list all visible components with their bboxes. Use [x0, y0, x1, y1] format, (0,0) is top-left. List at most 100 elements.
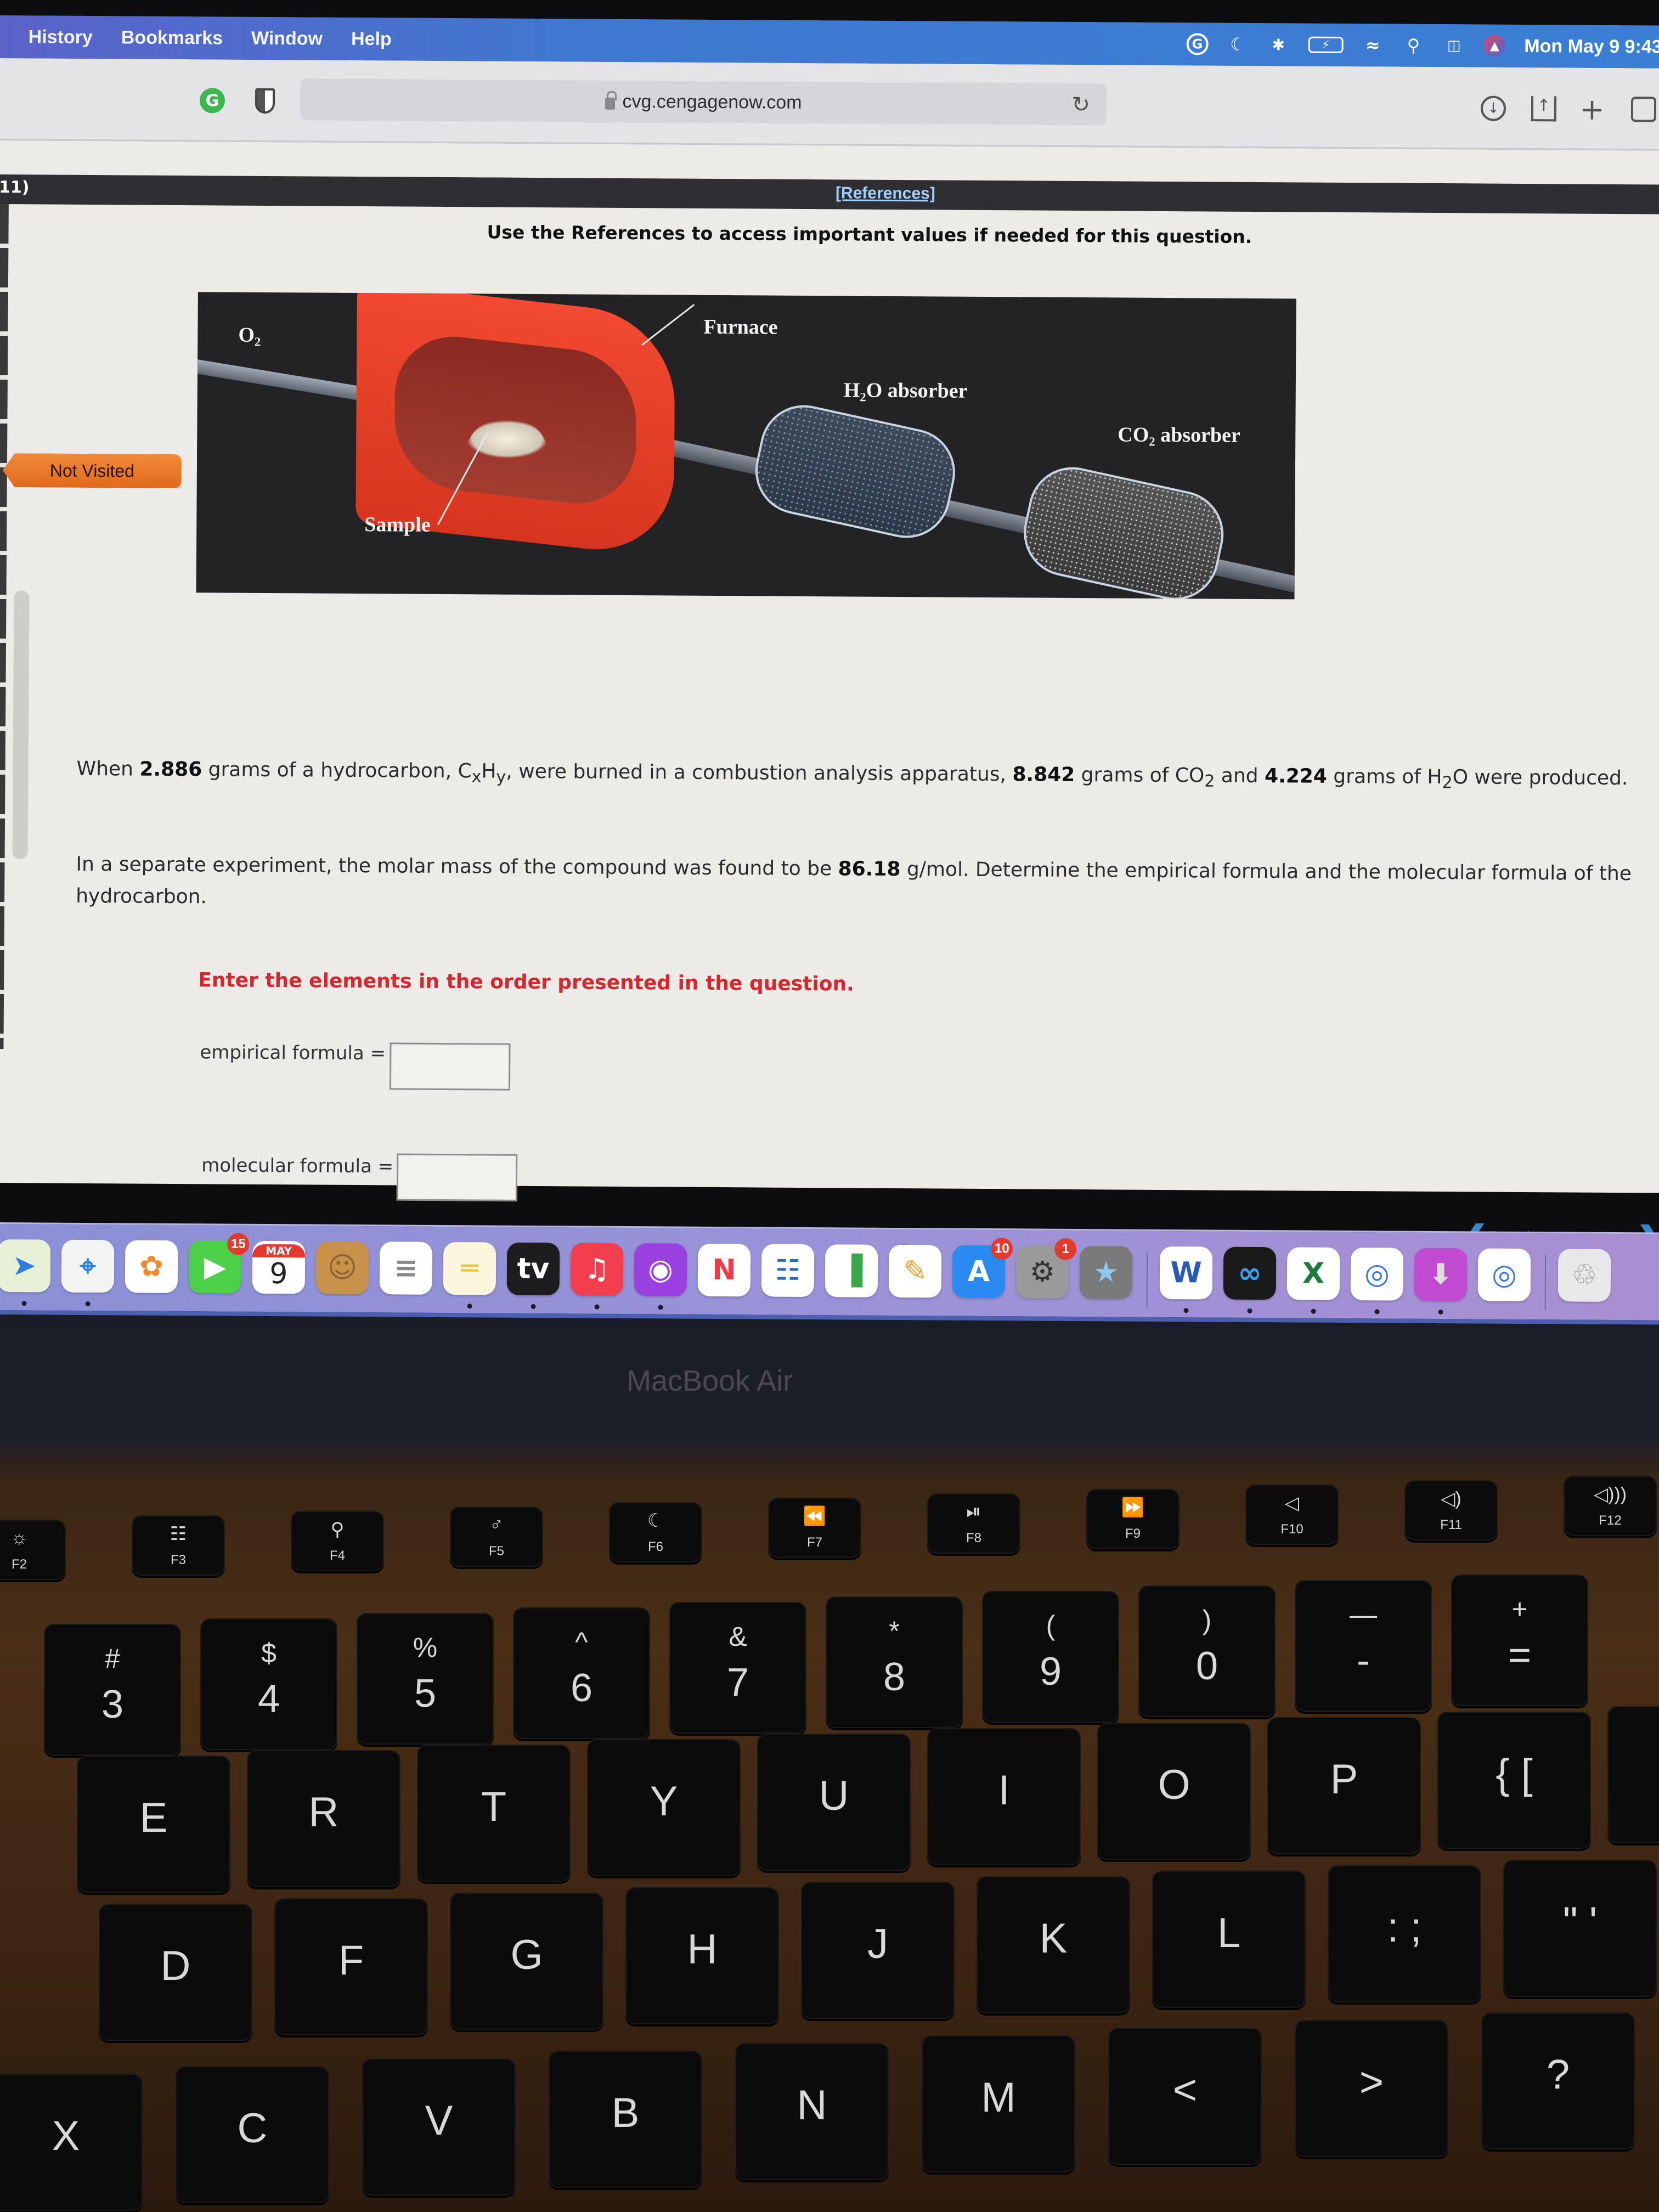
dock-finder-star-app-icon[interactable]: ★	[1079, 1246, 1133, 1299]
key-8[interactable]: * 8	[826, 1596, 963, 1728]
user-avatar-icon[interactable]: ▲	[1483, 35, 1506, 57]
key-j[interactable]: J	[801, 1882, 955, 2019]
key-c[interactable]: C	[176, 2066, 329, 2203]
grammarly-extension-icon[interactable]: G	[199, 88, 225, 114]
key-t[interactable]: T	[417, 1745, 571, 1882]
do-not-disturb-moon-icon[interactable]: ☾	[1227, 33, 1249, 55]
key-4[interactable]: $4	[200, 1618, 337, 1750]
key-punct-7[interactable]: : ;	[1328, 1865, 1481, 2002]
dock-microsoft-word-icon[interactable]: W	[1159, 1246, 1213, 1300]
key-i[interactable]: I	[927, 1728, 1081, 1865]
menu-bookmarks[interactable]: Bookmarks	[121, 27, 223, 49]
url-text[interactable]: cvg.cengagenow.com	[622, 91, 802, 113]
dock-apple-tv-icon[interactable]: tv	[506, 1242, 560, 1296]
dock-maps-icon[interactable]: ➤	[0, 1239, 51, 1293]
control-center-icon[interactable]: ◫	[1443, 35, 1465, 57]
dock-google-chrome-icon[interactable]: ◎	[1350, 1248, 1404, 1301]
scrollbar-thumb[interactable]	[12, 590, 30, 860]
dock-photos-icon[interactable]: ✿	[125, 1240, 178, 1294]
key-y[interactable]: Y	[587, 1739, 741, 1876]
molecular-formula-input[interactable]	[396, 1153, 518, 1201]
dock-notes-icon[interactable]: ═	[443, 1242, 496, 1295]
privacy-shield-icon[interactable]	[255, 88, 275, 114]
download-icon[interactable]: ↓	[1480, 95, 1506, 121]
key-0[interactable]: ) 0	[1138, 1585, 1276, 1717]
dock-contacts-icon[interactable]: ☺	[315, 1241, 369, 1295]
key-e[interactable]: E	[77, 1756, 230, 1893]
key-v[interactable]: V	[362, 2058, 516, 2196]
key-f12[interactable]: ◁))) F12	[1564, 1476, 1657, 1536]
key-9[interactable]: (9	[982, 1591, 1119, 1723]
key-l[interactable]: L	[1152, 1871, 1306, 2008]
key-g[interactable]: G	[450, 1893, 603, 2030]
menu-history[interactable]: History	[29, 26, 93, 48]
address-bar[interactable]: cvg.cengagenow.com ↻	[300, 78, 1107, 126]
key-k[interactable]: K	[977, 1876, 1130, 2013]
key-n[interactable]: N	[735, 2043, 889, 2180]
dock-macos-installer-icon[interactable]: ⬇	[1414, 1248, 1468, 1301]
new-tab-plus-icon[interactable]: +	[1579, 92, 1605, 126]
references-link[interactable]: [References]	[836, 184, 935, 203]
question-nav-rail[interactable]	[0, 204, 9, 1049]
dock-reminders-icon[interactable]: ≡	[379, 1242, 433, 1295]
dock-news-icon[interactable]: N	[697, 1243, 751, 1297]
key-x[interactable]: X	[0, 2074, 143, 2211]
key-f2[interactable]: ☼ F2	[0, 1520, 66, 1580]
dock-app-store-icon[interactable]: A 10	[952, 1238, 1013, 1299]
dock-music-icon[interactable]: ♫	[570, 1243, 624, 1296]
menu-clock[interactable]: Mon May 9 9:43	[1524, 35, 1659, 58]
menu-window[interactable]: Window	[251, 27, 323, 49]
dock-pages-icon[interactable]: ✎	[888, 1244, 942, 1298]
share-icon[interactable]: ↑	[1531, 96, 1557, 122]
key-bracket-8[interactable]: { [	[1437, 1712, 1591, 1849]
spotlight-search-icon[interactable]: ⚲	[1402, 35, 1424, 57]
key-b[interactable]: B	[549, 2051, 702, 2188]
key-f9[interactable]: ⏩ F9	[1086, 1489, 1180, 1549]
dock-system-preferences-icon[interactable]: ⚙ 1	[1015, 1238, 1077, 1299]
key-u[interactable]: U	[757, 1734, 911, 1871]
key-symbol-8[interactable]: ?	[1481, 2012, 1635, 2149]
key-m[interactable]: M	[922, 2035, 1075, 2172]
key-p[interactable]: P	[1267, 1717, 1421, 1854]
dock-calendar-icon[interactable]: MAY 9	[252, 1240, 306, 1294]
wifi-icon[interactable]: ≈	[1362, 34, 1384, 56]
reload-icon[interactable]: ↻	[1071, 92, 1090, 117]
key-f3[interactable]: ☷ F3	[132, 1515, 225, 1576]
key-o[interactable]: O	[1097, 1723, 1251, 1860]
dock-trash-icon[interactable]: ♲	[1558, 1249, 1611, 1302]
key-r[interactable]: R	[247, 1750, 400, 1887]
key-f11[interactable]: ◁) F11	[1404, 1480, 1498, 1541]
dock-microsoft-excel-icon[interactable]: X	[1286, 1247, 1340, 1300]
key-symbol-6[interactable]: <	[1108, 2028, 1262, 2165]
key-f7[interactable]: ⏪ F7	[768, 1498, 861, 1558]
key-3[interactable]: #3	[44, 1624, 181, 1756]
key-7[interactable]: & 7	[669, 1602, 806, 1734]
dock-safari-icon[interactable]: ⌖	[61, 1239, 115, 1293]
key-symbol-7[interactable]: >	[1295, 2020, 1448, 2157]
key-f6[interactable]: ☾ F6	[609, 1502, 702, 1562]
key-f5[interactable]: ♂ F5	[450, 1506, 543, 1567]
key-bracket-9[interactable]: } ]	[1607, 1706, 1659, 1843]
bluetooth-icon[interactable]: ✱	[1267, 33, 1289, 55]
dock-google-chrome-beta-icon[interactable]: ◎	[1477, 1248, 1531, 1302]
grammarly-icon[interactable]: G	[1186, 33, 1209, 55]
key-f10[interactable]: ◁ F10	[1245, 1485, 1339, 1545]
key-h[interactable]: H	[625, 1887, 779, 2024]
key-f4[interactable]: ⚲ F4	[291, 1511, 384, 1571]
dock-webex-icon[interactable]: ∞	[1223, 1246, 1277, 1300]
key-d[interactable]: D	[99, 1904, 252, 2041]
empirical-formula-input[interactable]	[390, 1042, 511, 1091]
key-f[interactable]: F	[274, 1898, 428, 2035]
key-=[interactable]: + =	[1451, 1575, 1588, 1706]
menu-help[interactable]: Help	[351, 28, 392, 49]
tab-overview-icon[interactable]	[1630, 97, 1657, 122]
key-5[interactable]: % 5	[357, 1613, 494, 1745]
key-f8[interactable]: ⏯ F8	[927, 1493, 1020, 1554]
dock-podcasts-icon[interactable]: ◉	[634, 1243, 687, 1296]
key-punct-8[interactable]: " '	[1503, 1860, 1657, 1997]
battery-charging-icon[interactable]: ⚡	[1308, 36, 1344, 53]
key--[interactable]: — -	[1295, 1580, 1432, 1712]
dock-numbers-icon[interactable]: ▐	[825, 1244, 878, 1297]
dock-facetime-icon[interactable]: ▶ 15	[188, 1233, 250, 1294]
dock-keynote-icon[interactable]: ☷	[761, 1244, 815, 1297]
